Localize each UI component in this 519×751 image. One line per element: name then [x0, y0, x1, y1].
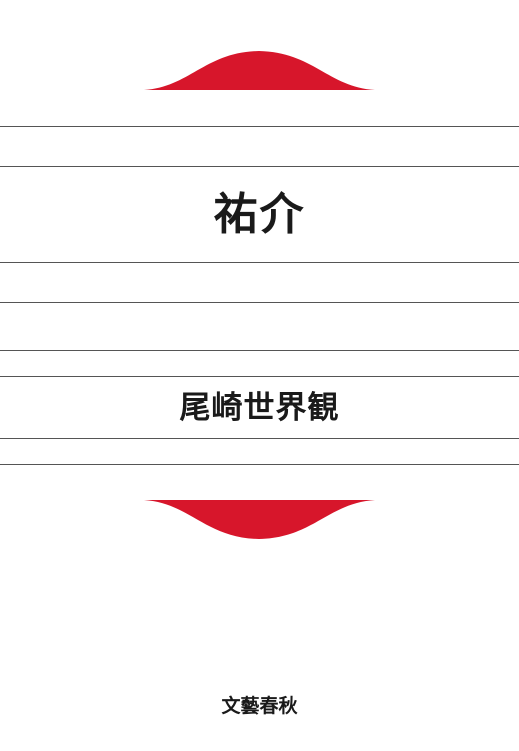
bottom-red-wave-decoration: [144, 500, 375, 539]
rule-line-4: [0, 302, 519, 303]
rule-line-8: [0, 464, 519, 465]
publisher-name: 文藝春秋: [221, 695, 298, 717]
book-author: 尾崎世界観: [179, 390, 340, 426]
rule-line-7: [0, 438, 519, 439]
rule-line-5: [0, 350, 519, 351]
rule-line-3: [0, 262, 519, 263]
top-red-wave-decoration: [144, 51, 375, 90]
top-red-wave-shape: [144, 51, 375, 90]
rule-line-1: [0, 126, 519, 127]
rule-line-2: [0, 166, 519, 167]
book-cover: 祐介 尾崎世界観 文藝春秋: [0, 0, 519, 751]
book-title: 祐介: [213, 189, 306, 240]
rule-line-6: [0, 376, 519, 377]
bottom-red-wave-shape: [144, 500, 375, 539]
